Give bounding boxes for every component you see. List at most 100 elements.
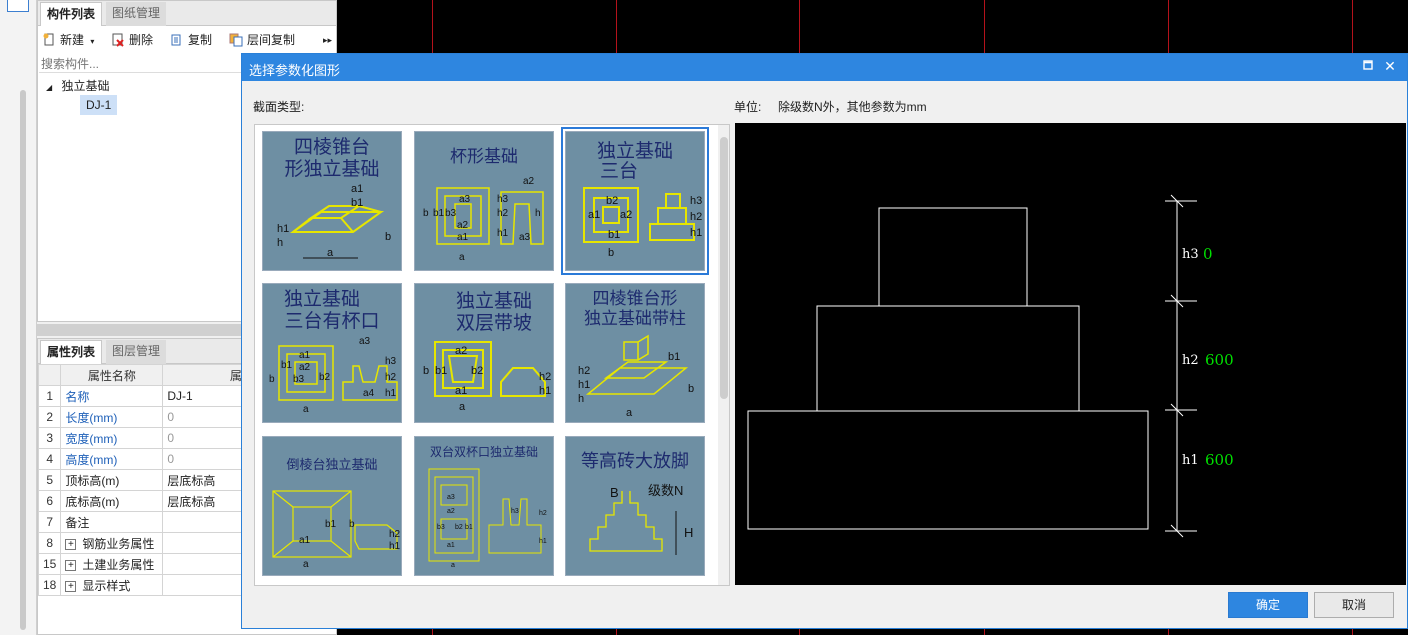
dim-label: h2 [539, 371, 551, 383]
left-scrollbar[interactable] [20, 90, 26, 630]
dim-label: h1 [389, 541, 401, 552]
dim-label: h1 [385, 388, 397, 399]
parametric-shape-dialog: 选择参数化图形 ✕ 截面类型: 单位: 除级数N外，其他参数为mm 四棱锥台 形… [241, 53, 1408, 629]
three-step-foundation-diagram: b2 a1 a2 b1 b h3 h2 h1 [583, 187, 702, 259]
section-type-label: 截面类型: [253, 100, 305, 114]
row-number: 2 [37, 406, 62, 428]
property-name: 长度(mm) [60, 406, 164, 428]
tree-root-label: 独立基础 [61, 79, 110, 93]
gallery-scrollbar[interactable] [718, 125, 729, 585]
dim-label: 级数N [648, 483, 683, 498]
tree-node-independent-foundation[interactable]: ◢ 独立基础 [46, 77, 110, 94]
tab-drawing-management[interactable]: 图纸管理 [106, 2, 167, 26]
dim-label: b [688, 383, 694, 395]
tab-property-list[interactable]: 属性列表 [40, 340, 103, 364]
tab-component-list[interactable]: 构件列表 [40, 2, 103, 26]
dim-label: a2 [523, 176, 535, 187]
layout-icon[interactable] [7, 0, 29, 12]
inverted-frustum-diagram: b1 b a1 a h2 h1 [272, 490, 401, 570]
expand-plus-icon[interactable]: + [65, 559, 77, 571]
frustum-with-column-diagram: h2 h1 h b1 b a [578, 334, 694, 419]
confirm-button[interactable]: 确定 [1228, 592, 1308, 618]
copy-button[interactable]: 复制 [170, 31, 212, 49]
dim-label: b2 [471, 365, 483, 377]
shape-gallery: 四棱锥台 形独立基础 a a1 b1 h1 h b 杯形基础 a3 b3 b1 … [254, 124, 730, 586]
dim-label: a2 [457, 220, 469, 231]
dim-label: a [303, 404, 309, 415]
property-group-display[interactable]: + 显示样式 [60, 574, 164, 596]
dim-label: a1 [588, 209, 600, 221]
shape-thumb-brick-footing[interactable]: 等高砖大放脚 B 级数N H [565, 436, 705, 576]
pyramid-frustum-diagram: a a1 b1 h1 h b [277, 183, 391, 259]
dim-label: b1 [435, 365, 447, 377]
shape-thumb-pyramid-frustum[interactable]: 四棱锥台 形独立基础 a a1 b1 h1 h b [262, 131, 402, 271]
double-cup-diagram: a3 a2 a1 b3 b2 b1 h3 h2 h1 a [428, 468, 547, 569]
dim-label: a1 [447, 542, 455, 549]
dim-label: h1 [539, 538, 547, 545]
row-number-header [37, 364, 62, 386]
new-dropdown-icon[interactable]: ▾ [90, 37, 94, 46]
dim-label: b1 [668, 351, 680, 363]
dim-label: h1 [690, 227, 702, 239]
dim-label: b2 [606, 195, 618, 207]
dialog-titlebar[interactable]: 选择参数化图形 ✕ [242, 54, 1407, 81]
tree-expand-icon[interactable]: ◢ [46, 83, 52, 92]
property-name: 钢筋业务属性 [82, 536, 155, 551]
dialog-title: 选择参数化图形 [249, 63, 341, 78]
double-slope-diagram: a2 b1 b b2 a1 a h2 h1 [423, 341, 551, 413]
cup-foundation-diagram: a3 b3 b1 b a2 a1 a h3 h2 h1 h a2 a3 [423, 176, 544, 263]
dim-label: h [277, 237, 283, 249]
dim-label: b [385, 231, 391, 243]
dim-label: B [610, 485, 619, 500]
dim-label: b1 [351, 197, 363, 209]
gallery-scroll-thumb[interactable] [720, 137, 728, 399]
unit-label: 单位: [734, 100, 762, 114]
shape-thumb-frustum-with-column[interactable]: 四棱锥台形 独立基础带柱 h2 h1 h b1 b a [565, 283, 705, 423]
tab-layer-management[interactable]: 图层管理 [106, 340, 167, 364]
row-number: 3 [37, 427, 62, 449]
dim-label: h2 [389, 529, 401, 540]
property-name-header: 属性名称 [60, 364, 164, 386]
property-group-rebar[interactable]: + 钢筋业务属性 [60, 532, 164, 554]
maximize-icon[interactable] [1363, 60, 1373, 70]
dim-label: a [451, 562, 455, 569]
row-number: 1 [37, 385, 62, 407]
dim-label-h3: h3 [1182, 247, 1199, 262]
cancel-button[interactable]: 取消 [1314, 592, 1394, 618]
dim-label: h3 [690, 195, 702, 207]
expand-plus-icon[interactable]: + [65, 538, 77, 550]
dim-label: h2 [385, 372, 397, 383]
shape-thumb-three-step-cup[interactable]: 独立基础 三台有杯口 a1 a2 a3 a4 b1 b2 b3 b h3 h2 … [262, 283, 402, 423]
floor-copy-button[interactable]: 层间复制 [229, 31, 295, 49]
shape-thumb-double-slope[interactable]: 独立基础 双层带坡 a2 b1 b b2 a1 a h2 h1 [414, 283, 554, 423]
dim-label: a2 [620, 209, 632, 221]
new-label: 新建 [60, 33, 85, 47]
dim-label: a [459, 401, 466, 413]
new-button[interactable]: 新建 ▾ [42, 31, 94, 49]
property-group-civil[interactable]: + 土建业务属性 [60, 553, 164, 575]
delete-button[interactable]: 删除 [111, 31, 153, 49]
shape-thumb-cup-foundation[interactable]: 杯形基础 a3 b3 b1 b a2 a1 a h3 h2 h1 h a2 a3 [414, 131, 554, 271]
dim-label: b1 [325, 519, 337, 530]
row-number: 4 [37, 448, 62, 470]
toolbar-more-button[interactable]: ▸▸ [323, 31, 332, 49]
row-number: 7 [37, 511, 62, 533]
delete-label: 删除 [129, 33, 154, 47]
shape-thumb-double-cup[interactable]: 双台双杯口独立基础 a3 a2 a1 b3 b2 b1 h3 h2 h1 a [414, 436, 554, 576]
dim-label: b1 [433, 208, 445, 219]
tree-node-dj1[interactable]: DJ-1 [80, 95, 118, 115]
expand-plus-icon[interactable]: + [65, 580, 77, 592]
dim-label: h3 [497, 194, 509, 205]
dim-label: a [327, 247, 334, 259]
dim-label: b2 [455, 524, 463, 531]
shape-thumb-three-step-foundation[interactable]: 独立基础 三台 b2 a1 a2 b1 b h3 h2 h1 [561, 127, 709, 275]
property-name: 名称 [60, 385, 164, 407]
dim-label: a3 [519, 232, 531, 243]
dim-label-h1: h1 [1182, 453, 1199, 468]
close-icon[interactable]: ✕ [1383, 58, 1397, 74]
floor-copy-icon [229, 33, 243, 47]
dim-label: h1 [539, 385, 551, 397]
dim-label: H [684, 525, 693, 540]
shape-thumb-inverted-frustum[interactable]: 倒棱台独立基础 b1 b a1 a h2 h1 [262, 436, 402, 576]
dim-label: h3 [511, 508, 519, 515]
